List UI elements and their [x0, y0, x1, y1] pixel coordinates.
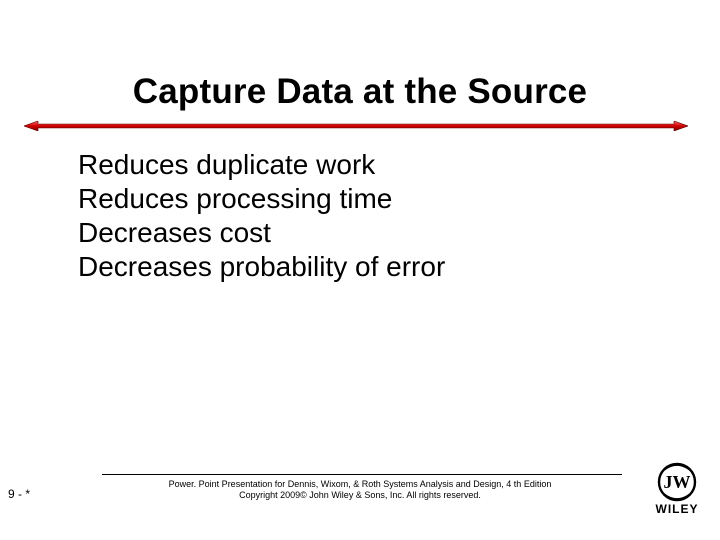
page-number: 9 - *: [8, 487, 30, 501]
double-arrow-icon: [24, 121, 688, 131]
wiley-logo-icon: JW WILEY: [648, 462, 706, 516]
bullet-item: Decreases cost: [78, 216, 445, 250]
wiley-logo-text: WILEY: [656, 502, 699, 516]
slide-body: Reduces duplicate work Reduces processin…: [78, 148, 445, 285]
bullet-item: Decreases probability of error: [78, 250, 445, 284]
slide-title: Capture Data at the Source: [0, 72, 720, 112]
footer-text: Power. Point Presentation for Dennis, Wi…: [0, 479, 720, 502]
publisher-logo: JW WILEY: [648, 462, 706, 516]
title-divider-arrow: [24, 121, 688, 131]
bullet-item: Reduces processing time: [78, 182, 445, 216]
bullet-item: Reduces duplicate work: [78, 148, 445, 182]
svg-text:JW: JW: [664, 472, 691, 492]
footer-rule: [102, 474, 622, 475]
footer-line-2: Copyright 2009© John Wiley & Sons, Inc. …: [0, 490, 720, 501]
slide: Capture Data at the Source Reduces dupli…: [0, 0, 720, 540]
footer-line-1: Power. Point Presentation for Dennis, Wi…: [0, 479, 720, 490]
